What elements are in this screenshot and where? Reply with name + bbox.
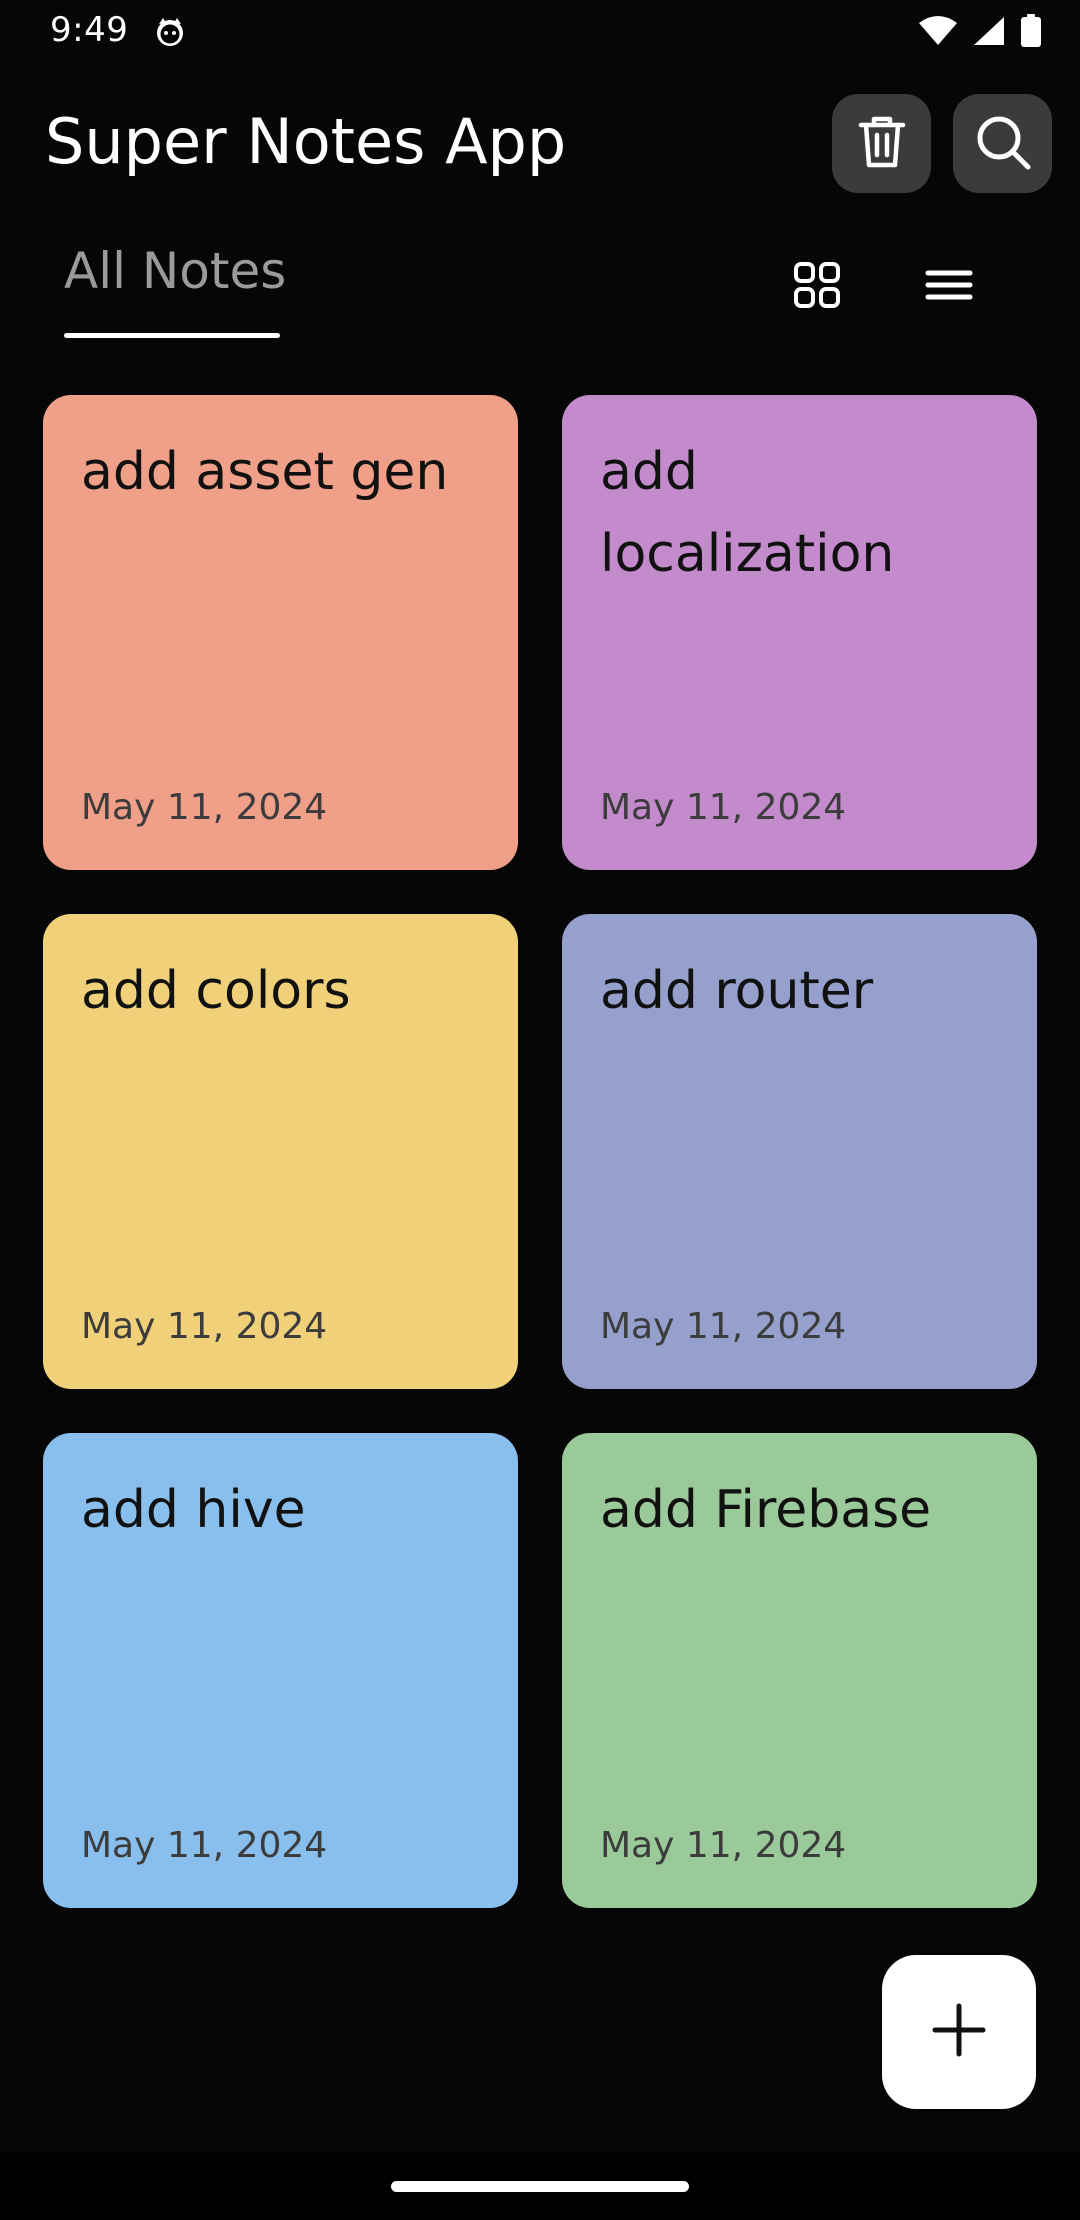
grid-view-icon [793,261,841,313]
note-date: May 11, 2024 [600,1825,847,1866]
note-title: add Firebase [600,1480,932,1540]
list-view-button[interactable] [914,252,984,322]
battery-icon [1020,14,1042,52]
search-button[interactable] [953,94,1052,193]
status-icons [918,14,1042,52]
note-title: add hive [81,1480,306,1540]
search-icon [974,113,1032,175]
note-card[interactable]: add Firebase May 11, 2024 [562,1433,1037,1908]
delete-button[interactable] [832,94,931,193]
status-bar: 9:49 [0,0,1080,64]
note-card[interactable]: add hive May 11, 2024 [43,1433,518,1908]
status-time: 9:49 [50,10,129,50]
plus-icon [931,2002,987,2062]
note-title: add colors [81,961,351,1021]
note-card[interactable]: add localization May 11, 2024 [562,395,1037,870]
wifi-icon [918,15,958,51]
note-card[interactable]: add router May 11, 2024 [562,914,1037,1389]
note-date: May 11, 2024 [81,787,328,828]
note-title: add asset gen [81,442,449,502]
tab-all-notes[interactable]: All Notes [64,240,286,338]
note-title: add router [600,961,874,1021]
home-indicator[interactable] [391,2181,689,2192]
cat-face-icon [153,15,187,49]
note-card[interactable]: add asset gen May 11, 2024 [43,395,518,870]
grid-view-button[interactable] [782,252,852,322]
note-date: May 11, 2024 [81,1306,328,1347]
trash-icon [857,114,907,174]
add-note-button[interactable] [882,1955,1036,2109]
app-title: Super Notes App [45,105,567,178]
notes-grid: add asset gen May 11, 2024 add localizat… [43,395,1037,1908]
note-date: May 11, 2024 [600,787,847,828]
note-card[interactable]: add colors May 11, 2024 [43,914,518,1389]
tab-active-indicator [64,333,280,338]
note-title: add localization [600,442,895,584]
note-date: May 11, 2024 [600,1306,847,1347]
note-date: May 11, 2024 [81,1825,328,1866]
tab-label: All Notes [64,242,287,300]
cellular-signal-icon [972,15,1006,51]
list-view-icon [925,265,973,309]
